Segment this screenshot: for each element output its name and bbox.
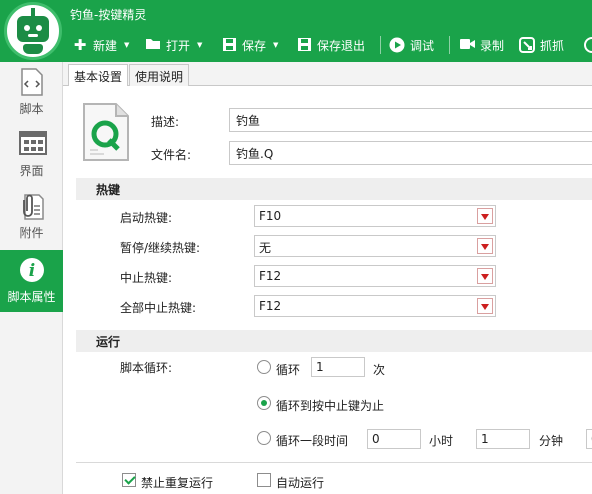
start-hotkey-label: 启动热键: bbox=[120, 211, 173, 225]
divider bbox=[76, 462, 592, 463]
stop-all-hotkey-select[interactable]: F12 bbox=[254, 295, 496, 317]
save-exit-button[interactable]: 保存退出 bbox=[296, 36, 365, 54]
play-icon bbox=[389, 37, 405, 53]
period-seconds-input[interactable]: 0 bbox=[586, 429, 592, 449]
dropdown-arrow-icon[interactable] bbox=[477, 238, 493, 254]
q-script-file-icon bbox=[82, 102, 130, 162]
stop-hotkey-select[interactable]: F12 bbox=[254, 265, 496, 287]
new-button[interactable]: ✚ 新建 ▼ bbox=[72, 36, 130, 54]
script-loop-label: 脚本循环: bbox=[120, 361, 173, 375]
ui-grid-icon bbox=[19, 130, 47, 158]
dropdown-arrow-icon[interactable] bbox=[477, 298, 493, 314]
loop-count-radio[interactable] bbox=[257, 360, 271, 374]
sidebar: 脚本 界面 附件 i 脚本属性 bbox=[0, 62, 71, 494]
sidebar-item-ui[interactable]: 界面 bbox=[0, 124, 63, 186]
save-disk-icon bbox=[221, 37, 237, 53]
chevron-down-icon[interactable]: ▼ bbox=[197, 41, 202, 49]
minutes-unit: 分钟 bbox=[539, 434, 564, 448]
filename-label: 文件名: bbox=[151, 148, 192, 162]
dropdown-arrow-icon[interactable] bbox=[477, 268, 493, 284]
sidebar-item-label: 脚本 bbox=[19, 102, 44, 116]
pause-hotkey-select[interactable]: 无 bbox=[254, 235, 496, 257]
help-icon bbox=[584, 37, 592, 53]
hours-unit: 小时 bbox=[429, 434, 454, 448]
loop-until-stop-radio[interactable] bbox=[257, 396, 271, 410]
sidebar-item-script[interactable]: 脚本 bbox=[0, 62, 63, 124]
run-section-header: 运行 bbox=[76, 330, 592, 352]
auto-run-label: 自动运行 bbox=[276, 476, 325, 490]
hotkey-section-header: 热键 bbox=[76, 178, 592, 200]
debug-button[interactable]: 调试 bbox=[389, 36, 434, 54]
chevron-down-icon[interactable]: ▼ bbox=[273, 41, 278, 49]
sidebar-item-label: 附件 bbox=[19, 226, 44, 240]
period-hours-input[interactable]: 0 bbox=[367, 429, 421, 449]
chevron-down-icon[interactable]: ▼ bbox=[124, 41, 129, 49]
sidebar-item-label: 界面 bbox=[19, 164, 44, 178]
tab-instructions[interactable]: 使用说明 bbox=[129, 64, 190, 87]
tab-bar: 基本设置 使用说明 bbox=[63, 62, 592, 87]
attachment-icon bbox=[19, 192, 45, 220]
sidebar-item-attachment[interactable]: 附件 bbox=[0, 186, 63, 248]
svg-text:i: i bbox=[29, 261, 35, 281]
window-title: 钓鱼-按键精灵 bbox=[70, 8, 147, 22]
loop-count-unit: 次 bbox=[373, 363, 386, 377]
description-field[interactable]: 钓鱼 bbox=[229, 108, 592, 132]
open-button[interactable]: 打开 ▼ bbox=[145, 36, 202, 54]
stop-hotkey-label: 中止热键: bbox=[120, 271, 173, 285]
help-button[interactable] bbox=[584, 36, 592, 54]
no-repeat-checkbox[interactable] bbox=[122, 473, 136, 487]
no-repeat-label: 禁止重复运行 bbox=[141, 476, 214, 490]
loop-period-label: 循环一段时间 bbox=[276, 434, 349, 448]
sidebar-item-label: 脚本属性 bbox=[7, 290, 56, 304]
title-bar: 钓鱼-按键精灵 bbox=[0, 0, 592, 28]
filename-field[interactable]: 钓鱼.Q bbox=[229, 141, 592, 165]
plus-icon: ✚ bbox=[73, 36, 87, 54]
capture-button[interactable]: 抓抓 bbox=[519, 36, 564, 54]
dropdown-arrow-icon[interactable] bbox=[477, 208, 493, 224]
tab-basic-settings[interactable]: 基本设置 bbox=[68, 64, 129, 87]
loop-count-label: 循环 bbox=[276, 363, 301, 377]
pause-hotkey-label: 暂停/继续热键: bbox=[120, 241, 201, 255]
app-logo bbox=[4, 2, 62, 60]
video-camera-icon bbox=[459, 37, 475, 53]
save-disk-icon bbox=[296, 37, 312, 53]
folder-icon bbox=[145, 37, 161, 53]
period-minutes-input[interactable]: 1 bbox=[476, 429, 530, 449]
save-button[interactable]: 保存 ▼ bbox=[221, 36, 278, 54]
description-label: 描述: bbox=[151, 115, 180, 129]
loop-until-stop-label: 循环到按中止键为止 bbox=[276, 399, 385, 413]
info-icon: i bbox=[19, 256, 45, 284]
toolbar-divider bbox=[449, 36, 450, 54]
auto-run-checkbox[interactable] bbox=[257, 473, 271, 487]
capture-icon bbox=[519, 37, 535, 53]
loop-count-input[interactable]: 1 bbox=[311, 357, 365, 377]
start-hotkey-select[interactable]: F10 bbox=[254, 205, 496, 227]
loop-period-radio[interactable] bbox=[257, 431, 271, 445]
sidebar-item-script-properties[interactable]: i 脚本属性 bbox=[0, 250, 71, 312]
record-button[interactable]: 录制 bbox=[459, 36, 504, 54]
stop-all-hotkey-label: 全部中止热键: bbox=[120, 301, 197, 315]
script-file-icon bbox=[19, 68, 45, 96]
toolbar-divider bbox=[380, 36, 381, 54]
